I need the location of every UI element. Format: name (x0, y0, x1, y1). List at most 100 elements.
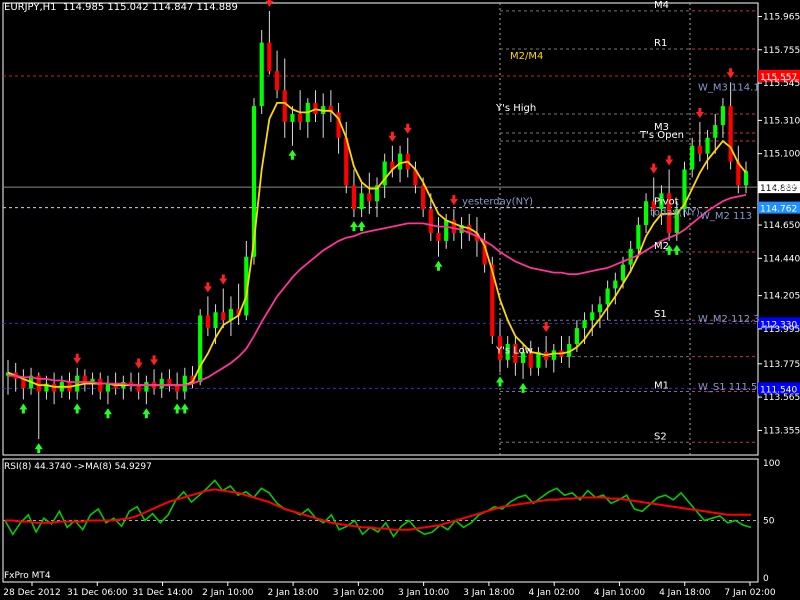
x-tick-label: 4 Jan 02:00 (529, 588, 581, 598)
sell-arrow-icon (203, 282, 212, 293)
price-chart[interactable]: M4R1Y's HighM3T's OpenPivotM2S1Y's LowM1… (0, 0, 800, 600)
pivot-label: Y's High (495, 103, 536, 114)
candle-body (75, 375, 80, 392)
buy-arrow-icon (19, 403, 28, 414)
y-tick-label: 114.205 (763, 292, 800, 302)
candle-body (282, 90, 287, 122)
x-tick-label: 31 Dec 14:00 (132, 588, 193, 598)
buy-arrow-icon (103, 408, 112, 419)
buy-arrow-icon (142, 408, 151, 419)
slow_ma-line (8, 194, 747, 387)
y-tick-label: 113.565 (763, 393, 800, 403)
y-tick-label: 113.995 (763, 325, 800, 335)
y-tick-label: 115.755 (763, 46, 800, 56)
x-tick-label: 28 Dec 2012 (3, 588, 61, 598)
candle-body (159, 378, 164, 389)
candle-body (636, 225, 641, 249)
candle-body (728, 106, 733, 162)
candle-body (397, 153, 403, 170)
candle-body (643, 201, 649, 226)
buy-arrow-icon (496, 376, 504, 387)
symbol-label: EURJPY,H1 (4, 2, 57, 13)
y-tick-label: 113.775 (763, 360, 800, 370)
candle-body (175, 385, 180, 392)
candle-body (574, 328, 579, 344)
y-tick-label: 114.440 (763, 254, 800, 264)
candle-body (167, 378, 172, 386)
candle-body (743, 171, 749, 186)
sell-arrow-icon (134, 358, 143, 369)
x-tick-label: 4 Jan 10:00 (594, 588, 646, 598)
sell-arrow-icon (150, 355, 159, 366)
indicator-label: M2/M4 (510, 51, 543, 62)
buy-arrow-icon (34, 443, 43, 454)
candle-body (221, 312, 226, 321)
sell-arrow-icon (403, 123, 412, 134)
fast_ma-line (7, 102, 747, 388)
sell-arrow-icon (219, 274, 228, 285)
chart-window[interactable]: M4 R1 Y's High M3 T's Open Pivot M2 S1 Y's Low M1… (0, 0, 800, 600)
candle-body (697, 145, 702, 154)
x-tick-label: 2 Jan 10:00 (202, 588, 254, 598)
buy-arrow-icon (357, 221, 366, 232)
candle-body (613, 280, 618, 289)
x-tick-label: 3 Jan 10:00 (398, 588, 450, 598)
x-tick-label: 7 Jan 02:00 (724, 588, 776, 598)
candle-body (359, 193, 364, 210)
x-tick-label: 31 Dec 06:00 (67, 588, 128, 598)
buy-arrow-icon (73, 403, 82, 414)
candle-body (590, 312, 595, 321)
sell-arrow-icon (73, 353, 82, 364)
sell-arrow-icon (726, 68, 735, 79)
rsi-title: RSI(8) 44.3740 ->MA(8) 54.9297 (4, 462, 152, 472)
y-tick-label: 114.650 (763, 221, 800, 231)
y-tick-label: 114.889 (763, 183, 800, 193)
buy-arrow-icon (288, 149, 297, 160)
y-tick-label: 115.100 (763, 150, 800, 160)
candle-body (605, 288, 610, 305)
buy-arrow-icon (173, 403, 182, 414)
pivot-label: S2 (654, 431, 667, 442)
y-tick-label: 113.355 (763, 426, 800, 436)
pivot-label: M4 (654, 0, 669, 11)
rsi-y-tick-label: 0 (763, 574, 769, 584)
sell-arrow-icon (649, 163, 658, 174)
chart-title: EURJPY,H1 114.985 115.042 114.847 114.88… (4, 2, 238, 13)
y-tick-label: 115.310 (763, 116, 800, 126)
pivot-label: R1 (654, 38, 667, 49)
buy-arrow-icon (349, 221, 358, 232)
candle-body (298, 114, 303, 122)
level-tag-text: 114.762 (760, 205, 797, 215)
candle-body (428, 209, 433, 233)
pivot-label: Pivot (654, 197, 679, 208)
line-label: W_M2 112.3 (698, 314, 760, 325)
candle-body (274, 71, 280, 91)
line-label: W_M3 114.1 (698, 82, 760, 93)
line-label: W_S1 111.5 (698, 382, 757, 393)
candle-body (351, 185, 357, 210)
sell-arrow-icon (695, 107, 704, 118)
candle-body (290, 114, 295, 122)
line-label: today(NY) (650, 208, 700, 219)
pivot-label: S1 (654, 309, 667, 320)
candle-body (713, 125, 718, 138)
x-tick-label: 2 Jan 18:00 (267, 588, 319, 598)
sell-arrow-icon (449, 195, 458, 206)
candle-body (136, 385, 141, 392)
line-label: yesterday(NY) (462, 197, 533, 208)
candle-body (267, 42, 272, 72)
rsi-y-tick-label: 50 (763, 517, 775, 527)
sell-arrow-icon (665, 155, 674, 166)
candle-body (620, 264, 626, 281)
candle-body (367, 193, 372, 202)
candle-body (690, 145, 695, 170)
buy-arrow-icon (672, 244, 681, 255)
candle-body (144, 382, 149, 392)
candle-body (436, 232, 441, 241)
line-label: W_M2 113 (700, 211, 752, 222)
candle-body (198, 315, 203, 383)
x-tick-label: 4 Jan 18:00 (659, 588, 711, 598)
buy-arrow-icon (180, 403, 189, 414)
candle-body (582, 320, 587, 329)
pivot-label: T's Open (639, 130, 684, 141)
